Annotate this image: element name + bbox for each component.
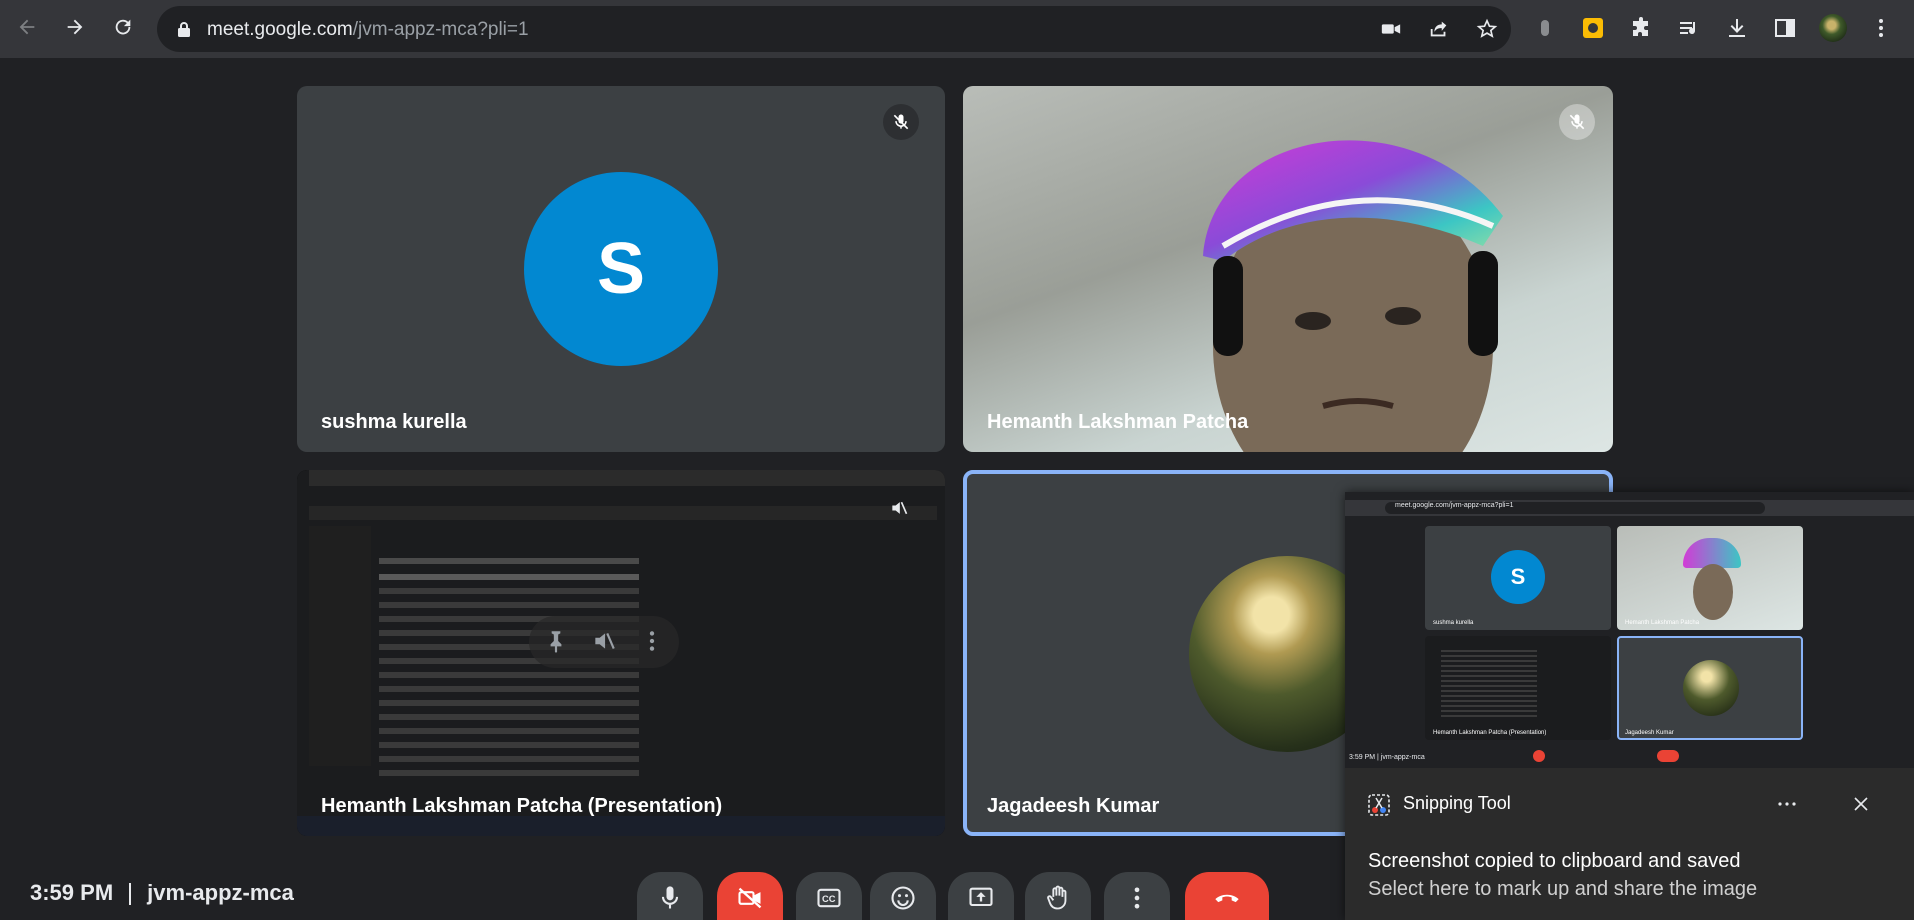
snipping-message[interactable]: Screenshot copied to clipboard and saved <box>1368 850 1740 873</box>
raise-hand-button[interactable] <box>1025 872 1091 920</box>
hang-up-icon <box>1215 894 1239 903</box>
participant-tile-hemanth[interactable]: Hemanth Lakshman Patcha <box>963 86 1613 452</box>
presentation-tile[interactable]: Hemanth Lakshman Patcha (Presentation) <box>297 470 945 836</box>
more-vert-icon <box>1134 887 1140 909</box>
participant-tile-sushma[interactable]: S sushma kurella <box>297 86 945 452</box>
extension-grey-icon[interactable] <box>1531 14 1559 42</box>
camera-off-icon <box>738 887 762 909</box>
preview-tile: Hemanth Lakshman Patcha (Presentation) <box>1425 636 1611 740</box>
puzzle-icon[interactable] <box>1627 14 1655 42</box>
snipping-tool-notification[interactable]: meet.google.com/jvm-appz-mca?pli=1 S sus… <box>1345 492 1914 920</box>
microphone-icon <box>661 886 679 909</box>
snipping-tool-icon <box>1367 793 1391 817</box>
more-options-icon[interactable] <box>639 628 665 654</box>
browser-toolbar: meet.google.com/jvm-appz-mca?pli=1 <box>0 0 1914 59</box>
mic-off-icon <box>883 104 919 140</box>
back-icon[interactable] <box>12 12 42 42</box>
preview-tile: Hemanth Lakshman Patcha <box>1617 526 1803 630</box>
address-bar[interactable]: meet.google.com/jvm-appz-mca?pli=1 <box>157 6 1511 52</box>
emoji-icon <box>891 886 915 910</box>
leave-call-button[interactable] <box>1185 872 1269 920</box>
share-icon[interactable] <box>1427 17 1451 41</box>
captions-icon: CC <box>817 888 841 908</box>
camera-button[interactable] <box>717 872 783 920</box>
present-screen-icon <box>969 887 993 907</box>
mute-icon[interactable] <box>591 628 617 654</box>
reactions-button[interactable] <box>870 872 936 920</box>
more-options-button[interactable] <box>1104 872 1170 920</box>
svg-text:CC: CC <box>822 894 836 904</box>
meeting-code: jvm-appz-mca <box>147 880 294 905</box>
microphone-button[interactable] <box>637 872 703 920</box>
preview-tile: Jagadeesh Kumar <box>1617 636 1803 740</box>
more-horizontal-icon[interactable] <box>1775 794 1799 814</box>
mic-off-icon <box>1559 104 1595 140</box>
lock-icon <box>178 22 190 37</box>
meeting-time: 3:59 PM <box>30 880 114 905</box>
extension-yellow-icon[interactable] <box>1579 14 1607 42</box>
captions-button[interactable]: CC <box>796 872 862 920</box>
meeting-info: 3:59 PM jvm-appz-mca <box>30 880 294 906</box>
participant-name: Hemanth Lakshman Patcha <box>987 411 1249 433</box>
snipping-subtext[interactable]: Select here to mark up and share the ima… <box>1368 878 1757 901</box>
participant-video <box>963 86 1613 452</box>
pin-icon[interactable] <box>543 628 569 654</box>
participant-avatar: S <box>524 172 718 366</box>
snipping-tool-title: Snipping Tool <box>1403 793 1511 813</box>
media-queue-icon[interactable] <box>1675 14 1703 42</box>
participant-name: Jagadeesh Kumar <box>987 795 1160 817</box>
url-text[interactable]: meet.google.com/jvm-appz-mca?pli=1 <box>207 19 529 41</box>
volume-off-icon <box>881 490 917 526</box>
present-button[interactable] <box>948 872 1014 920</box>
screenshot-preview[interactable]: meet.google.com/jvm-appz-mca?pli=1 S sus… <box>1345 492 1914 768</box>
download-icon[interactable] <box>1723 14 1751 42</box>
reload-icon[interactable] <box>108 12 138 42</box>
side-panel-icon[interactable] <box>1771 14 1799 42</box>
profile-avatar[interactable] <box>1819 14 1847 42</box>
more-menu-icon[interactable] <box>1867 14 1895 42</box>
forward-icon[interactable] <box>60 12 90 42</box>
participant-name: Hemanth Lakshman Patcha (Presentation) <box>321 795 723 817</box>
preview-meeting-info: 3:59 PM | jvm-appz-mca <box>1349 754 1425 761</box>
hand-icon <box>1047 885 1067 910</box>
close-icon[interactable] <box>1851 794 1871 814</box>
preview-tile: S sushma kurella <box>1425 526 1611 630</box>
tile-hover-controls <box>529 616 679 668</box>
preview-url: meet.google.com/jvm-appz-mca?pli=1 <box>1395 502 1514 509</box>
star-icon[interactable] <box>1475 17 1499 41</box>
participant-name: sushma kurella <box>321 411 467 433</box>
camera-icon[interactable] <box>1379 17 1403 41</box>
